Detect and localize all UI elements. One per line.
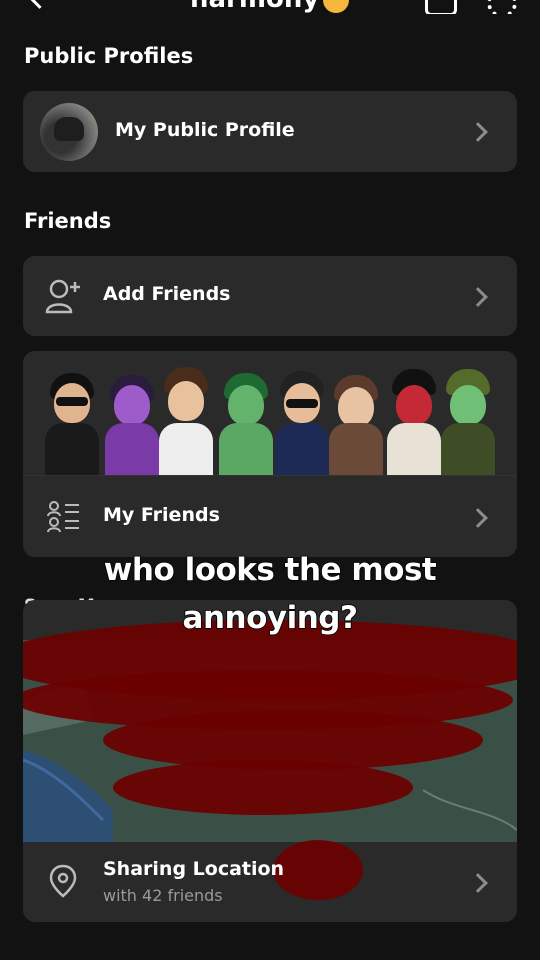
profile-name: narmony [190,0,350,14]
gear-icon[interactable] [487,0,517,14]
avatar [40,103,98,161]
friends-bitmoji-strip [23,351,517,475]
my-public-profile-label: My Public Profile [115,119,295,141]
add-friends-label: Add Friends [103,283,231,305]
bitmoji-avatar [383,367,445,475]
public-profiles-heading: Public Profiles [24,44,194,68]
my-friends-label: My Friends [103,504,220,526]
bitmoji-avatar [215,369,277,475]
red-scribble [273,840,363,900]
bitmoji-avatar [271,367,333,475]
overlay-caption-line2: annoying? [182,599,359,637]
my-friends-card[interactable]: My Friends [23,351,517,557]
friends-heading: Friends [24,209,112,233]
bitmoji-avatar [41,369,103,475]
add-friend-icon [45,279,80,314]
back-chevron-icon[interactable] [26,0,53,9]
sharing-location-subtitle: with 42 friends [103,886,223,905]
sharing-location-label: Sharing Location [103,858,285,880]
snap-map-card[interactable]: Sharing Location with 42 friends [23,600,517,922]
bitmoji-avatar [101,369,163,475]
location-pin-icon [49,864,77,898]
emoji-icon [323,0,350,13]
bitmoji-avatar [437,367,499,475]
overlay-caption-line1: who looks the most [103,551,438,589]
bitmoji-avatar [325,369,387,475]
friends-list-icon [47,501,79,533]
chevron-right-icon [468,508,488,528]
add-friends-row[interactable]: Add Friends [23,256,517,336]
bitmoji-avatar [155,361,217,475]
chevron-right-icon [468,287,488,307]
top-bar: narmony [0,0,540,14]
inbox-icon[interactable] [425,0,457,14]
my-public-profile-row[interactable]: My Public Profile [23,91,517,172]
chevron-right-icon [468,873,488,893]
divider [23,475,517,476]
chevron-right-icon [468,122,488,142]
red-scribble [113,760,413,815]
